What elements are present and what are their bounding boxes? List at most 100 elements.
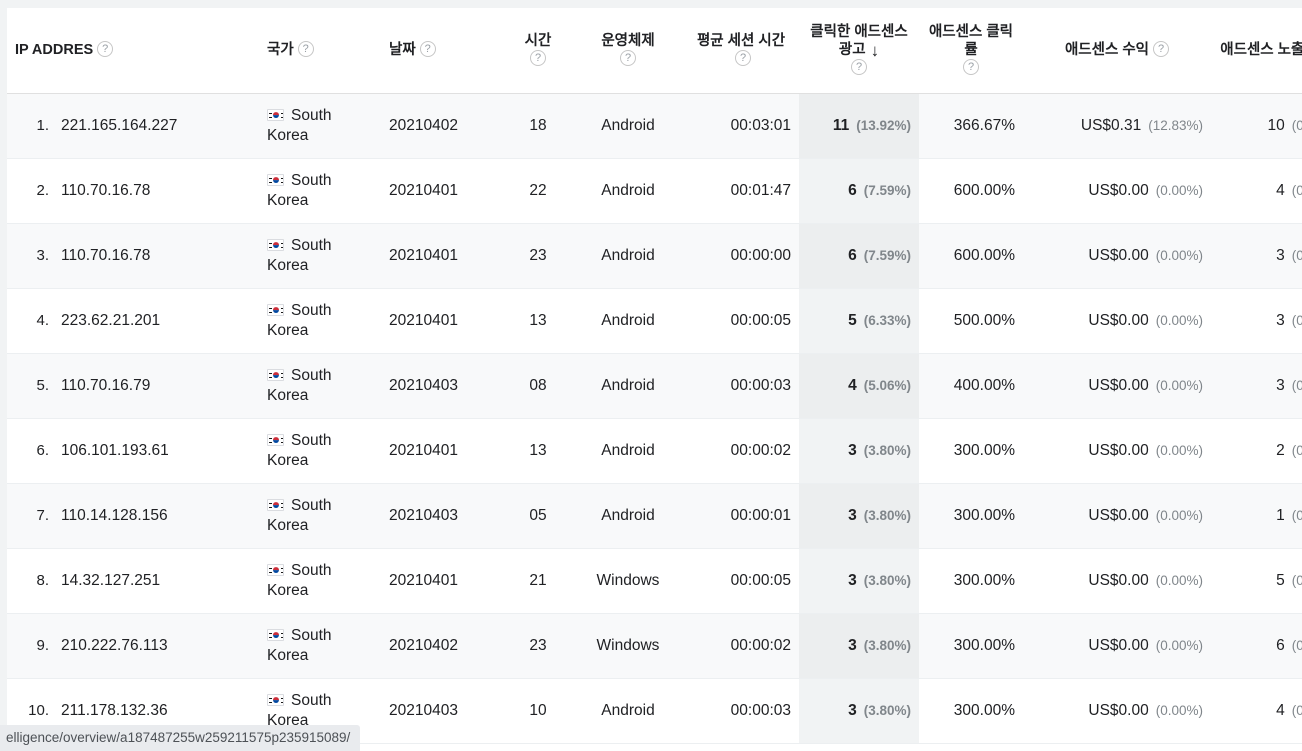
ip-address-value: 211.178.132.36 xyxy=(61,701,168,719)
column-header-adsense-impressions[interactable]: 애드센스 노출수? xyxy=(1211,8,1302,94)
adsense-impressions-value: 1 xyxy=(1276,506,1285,524)
column-header-hour[interactable]: 시간 ? xyxy=(503,8,573,94)
column-header-ip-address[interactable]: IP ADDRES? xyxy=(7,8,259,94)
column-header-impressions-stack: 애드센스 노출수? xyxy=(1220,41,1302,59)
table-row[interactable]: 9. 210.222.76.113 South Korea 20210402 23 Win… xyxy=(7,613,1302,679)
cell-adsense-revenue: US$0.00 (0.00%) xyxy=(1023,288,1211,354)
table-row[interactable]: 6. 106.101.193.61 South Korea 20210401 13 And… xyxy=(7,418,1302,484)
column-header-avg-session-duration[interactable]: 평균 세션 시간? xyxy=(683,8,799,94)
cell-adsense-impressions: 4 (0.23%) xyxy=(1211,678,1302,744)
cell-adsense-revenue: US$0.00 (0.00%) xyxy=(1023,483,1211,549)
adsense-revenue-value: US$0.00 xyxy=(1088,701,1149,719)
help-icon-adsense-revenue[interactable]: ? xyxy=(1153,41,1170,58)
ip-address-value: 110.14.128.156 xyxy=(61,506,168,524)
column-header-country[interactable]: 국가? xyxy=(259,8,381,94)
adsense-revenue-value: US$0.00 xyxy=(1088,571,1149,589)
column-label-avg-session-duration: 평균 세션 시간 xyxy=(696,33,786,50)
help-icon-date[interactable]: ? xyxy=(419,41,436,58)
country-value-wrap: South Korea xyxy=(267,496,375,536)
table-row[interactable]: 7. 110.14.128.156 South Korea 20210403 05 And… xyxy=(7,483,1302,549)
cell-date: 20210402 xyxy=(381,613,503,679)
cell-date: 20210401 xyxy=(381,548,503,614)
table-row[interactable]: 5. 110.70.16.79 South Korea 20210403 08 Andro… xyxy=(7,353,1302,419)
row-index: 10. xyxy=(28,701,49,719)
south-korea-flag-icon xyxy=(267,498,284,511)
cell-adsense-impressions: 3 (0.18%) xyxy=(1211,353,1302,419)
help-icon-avg-session-duration[interactable]: ? xyxy=(735,50,751,67)
help-icon-hour[interactable]: ? xyxy=(530,50,546,67)
adsense-ads-clicked-percent: (5.06%) xyxy=(863,377,911,393)
cell-date: 20210403 xyxy=(381,353,503,419)
table-row[interactable]: 1. 221.165.164.227 South Korea 20210402 18 An… xyxy=(7,93,1302,159)
cell-avg-session-duration: 00:00:05 xyxy=(683,548,799,614)
country-value-wrap: South Korea xyxy=(267,106,375,146)
table-row[interactable]: 2. 110.70.16.78 South Korea 20210401 22 Andro… xyxy=(7,158,1302,224)
table-body: 1. 221.165.164.227 South Korea 20210402 18 An… xyxy=(7,93,1302,744)
cell-adsense-ads-clicked: 5 (6.33%) xyxy=(799,288,919,354)
cell-adsense-ctr: 500.00% xyxy=(919,288,1023,354)
cell-ip-address: 1. 221.165.164.227 xyxy=(7,93,259,159)
cell-hour: 05 xyxy=(503,483,573,549)
column-header-adsense-ctr[interactable]: 애드센스 클릭률 ? xyxy=(919,8,1023,94)
country-value-wrap: South Korea xyxy=(267,236,375,276)
adsense-ads-clicked-value: 5 xyxy=(848,311,857,329)
adsense-ads-clicked-value: 11 xyxy=(832,116,850,134)
table-row[interactable]: 3. 110.70.16.78 South Korea 20210401 23 Andro… xyxy=(7,223,1302,289)
cell-hour: 23 xyxy=(503,223,573,289)
column-label-country: 국가 xyxy=(267,42,294,59)
cell-operating-system: Android xyxy=(573,93,683,159)
cell-hour: 23 xyxy=(503,613,573,679)
status-bar-url: elligence/overview/a187487255w259211575p… xyxy=(6,730,351,745)
adsense-revenue-percent: (12.83%) xyxy=(1148,117,1203,133)
cell-adsense-revenue: US$0.00 (0.00%) xyxy=(1023,548,1211,614)
cell-operating-system: Android xyxy=(573,678,683,744)
cell-avg-session-duration: 00:01:47 xyxy=(683,158,799,224)
cell-hour: 08 xyxy=(503,353,573,419)
help-icon-ip-address[interactable]: ? xyxy=(97,41,114,58)
country-value-wrap: South Korea xyxy=(267,626,375,666)
adsense-impressions-percent: (0.18%) xyxy=(1291,312,1302,328)
column-label-adsense-ctr: 애드센스 클릭률 xyxy=(928,24,1014,59)
cell-adsense-revenue: US$0.00 (0.00%) xyxy=(1023,418,1211,484)
cell-adsense-impressions: 2 (0.12%) xyxy=(1211,418,1302,484)
column-label-ip-address: IP ADDRES xyxy=(15,42,94,59)
help-icon-operating-system[interactable]: ? xyxy=(620,50,636,67)
column-header-date[interactable]: 날짜? xyxy=(381,8,503,94)
table-header-row: IP ADDRES? 국가? 날짜? 시간 ? 운영체제 ? 평균 세션 시간?… xyxy=(7,8,1302,94)
south-korea-flag-icon xyxy=(267,628,284,641)
column-header-hour-stack: 시간 ? xyxy=(525,32,551,68)
help-icon-adsense-ads-clicked[interactable]: ? xyxy=(851,59,867,76)
cell-avg-session-duration: 00:00:02 xyxy=(683,613,799,679)
cell-adsense-impressions: 10 (0.58%) xyxy=(1211,93,1302,159)
cell-avg-session-duration: 00:00:01 xyxy=(683,483,799,549)
row-index: 1. xyxy=(36,116,49,134)
cell-hour: 18 xyxy=(503,93,573,159)
cell-adsense-ctr: 400.00% xyxy=(919,353,1023,419)
ip-address-value: 223.62.21.201 xyxy=(61,311,161,329)
column-header-operating-system[interactable]: 운영체제 ? xyxy=(573,8,683,94)
help-icon-adsense-ctr[interactable]: ? xyxy=(963,59,979,76)
cell-date: 20210403 xyxy=(381,483,503,549)
column-header-adsense-ads-clicked[interactable]: 클릭한 애드센스 광고 ↓ ? xyxy=(799,8,919,94)
adsense-ads-clicked-percent: (3.80%) xyxy=(863,572,911,588)
cell-avg-session-duration: 00:00:03 xyxy=(683,678,799,744)
cell-adsense-ctr: 300.00% xyxy=(919,483,1023,549)
table-row[interactable]: 4. 223.62.21.201 South Korea 20210401 13 Andr… xyxy=(7,288,1302,354)
cell-date: 20210401 xyxy=(381,223,503,289)
table-row[interactable]: 8. 14.32.127.251 South Korea 20210401 21 Wind… xyxy=(7,548,1302,614)
adsense-revenue-percent: (0.00%) xyxy=(1155,182,1203,198)
adsense-ads-clicked-percent: (3.80%) xyxy=(863,442,911,458)
browser-status-bar-link-preview: elligence/overview/a187487255w259211575p… xyxy=(0,725,361,751)
sort-descending-arrow-icon[interactable]: ↓ xyxy=(871,42,880,59)
table-scroll-container[interactable]: IP ADDRES? 국가? 날짜? 시간 ? 운영체제 ? 평균 세션 시간?… xyxy=(7,8,1302,751)
cell-adsense-ctr: 300.00% xyxy=(919,678,1023,744)
cell-adsense-ads-clicked: 6 (7.59%) xyxy=(799,223,919,289)
cell-adsense-ctr: 366.67% xyxy=(919,93,1023,159)
column-header-adsense-revenue[interactable]: 애드센스 수익? xyxy=(1023,8,1211,94)
ip-address-value: 221.165.164.227 xyxy=(61,116,178,134)
help-icon-country[interactable]: ? xyxy=(297,41,314,58)
cell-adsense-impressions: 1 (0.06%) xyxy=(1211,483,1302,549)
column-header-os-stack: 운영체제 ? xyxy=(601,32,655,68)
south-korea-flag-icon xyxy=(267,693,284,706)
cell-operating-system: Android xyxy=(573,418,683,484)
